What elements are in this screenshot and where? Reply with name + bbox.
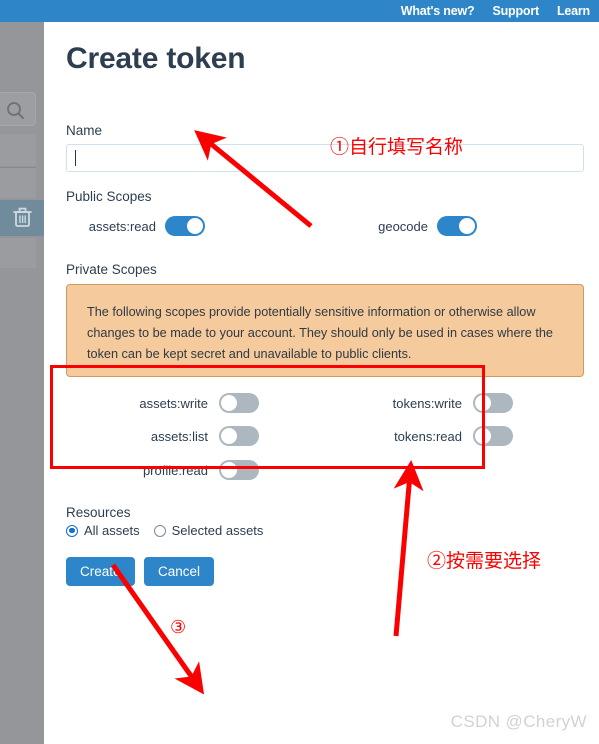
sidebar-block-2 [0, 168, 36, 198]
radio-label-all-assets: All assets [84, 523, 140, 538]
create-button[interactable]: Create [66, 557, 135, 586]
radio-option-selected-assets[interactable]: Selected assets [153, 523, 264, 538]
private-scopes-label: Private Scopes [66, 262, 157, 277]
radio-label-selected-assets: Selected assets [171, 523, 264, 538]
sidebar-block-1 [0, 134, 36, 166]
private-scopes-notice-text: The following scopes provide potentially… [87, 305, 553, 361]
radio-option-all-assets[interactable]: All assets [66, 523, 140, 538]
toggle-knob [459, 218, 475, 234]
annotation-note-1: ①自行填写名称 [330, 137, 464, 158]
watermark: CSDN @CheryW [450, 712, 587, 731]
annotation-note-3: ③ [170, 617, 187, 637]
page-title: Create token [66, 42, 246, 75]
public-scopes-label: Public Scopes [66, 189, 152, 204]
left-sidebar [0, 22, 44, 744]
toggle-geocode[interactable] [437, 216, 477, 236]
text-cursor [75, 150, 76, 166]
resources-label: Resources [66, 505, 131, 520]
sidebar-search-box[interactable] [0, 92, 36, 126]
annotation-box-private-scopes [50, 365, 485, 469]
nav-link-support[interactable]: Support [492, 4, 539, 18]
resources-radio-group: All assets Selected assets [66, 523, 277, 538]
toggle-row-geocode: geocode [322, 216, 477, 236]
nav-link-learn[interactable]: Learn [557, 4, 590, 18]
toggle-label-geocode: geocode [378, 218, 428, 234]
sidebar-block-3 [0, 238, 36, 268]
name-input[interactable] [66, 144, 584, 172]
annotation-note-2: ②按需要选择 [427, 551, 542, 572]
sidebar-selected-row[interactable] [0, 200, 44, 236]
toggle-assets-read[interactable] [165, 216, 205, 236]
toggle-label-assets-read: assets:read [88, 218, 156, 234]
toggle-knob [187, 218, 203, 234]
cancel-button[interactable]: Cancel [144, 557, 215, 586]
radio-indicator-all-assets[interactable] [66, 524, 78, 537]
name-label: Name [66, 123, 103, 138]
radio-indicator-selected-assets[interactable] [153, 524, 166, 537]
private-scopes-notice: The following scopes provide potentially… [66, 284, 584, 377]
top-navigation-bar: What's new? Support Learn [0, 0, 599, 22]
nav-link-whats-new[interactable]: What's new? [401, 4, 475, 18]
toggle-row-assets-read: assets:read [76, 216, 205, 236]
